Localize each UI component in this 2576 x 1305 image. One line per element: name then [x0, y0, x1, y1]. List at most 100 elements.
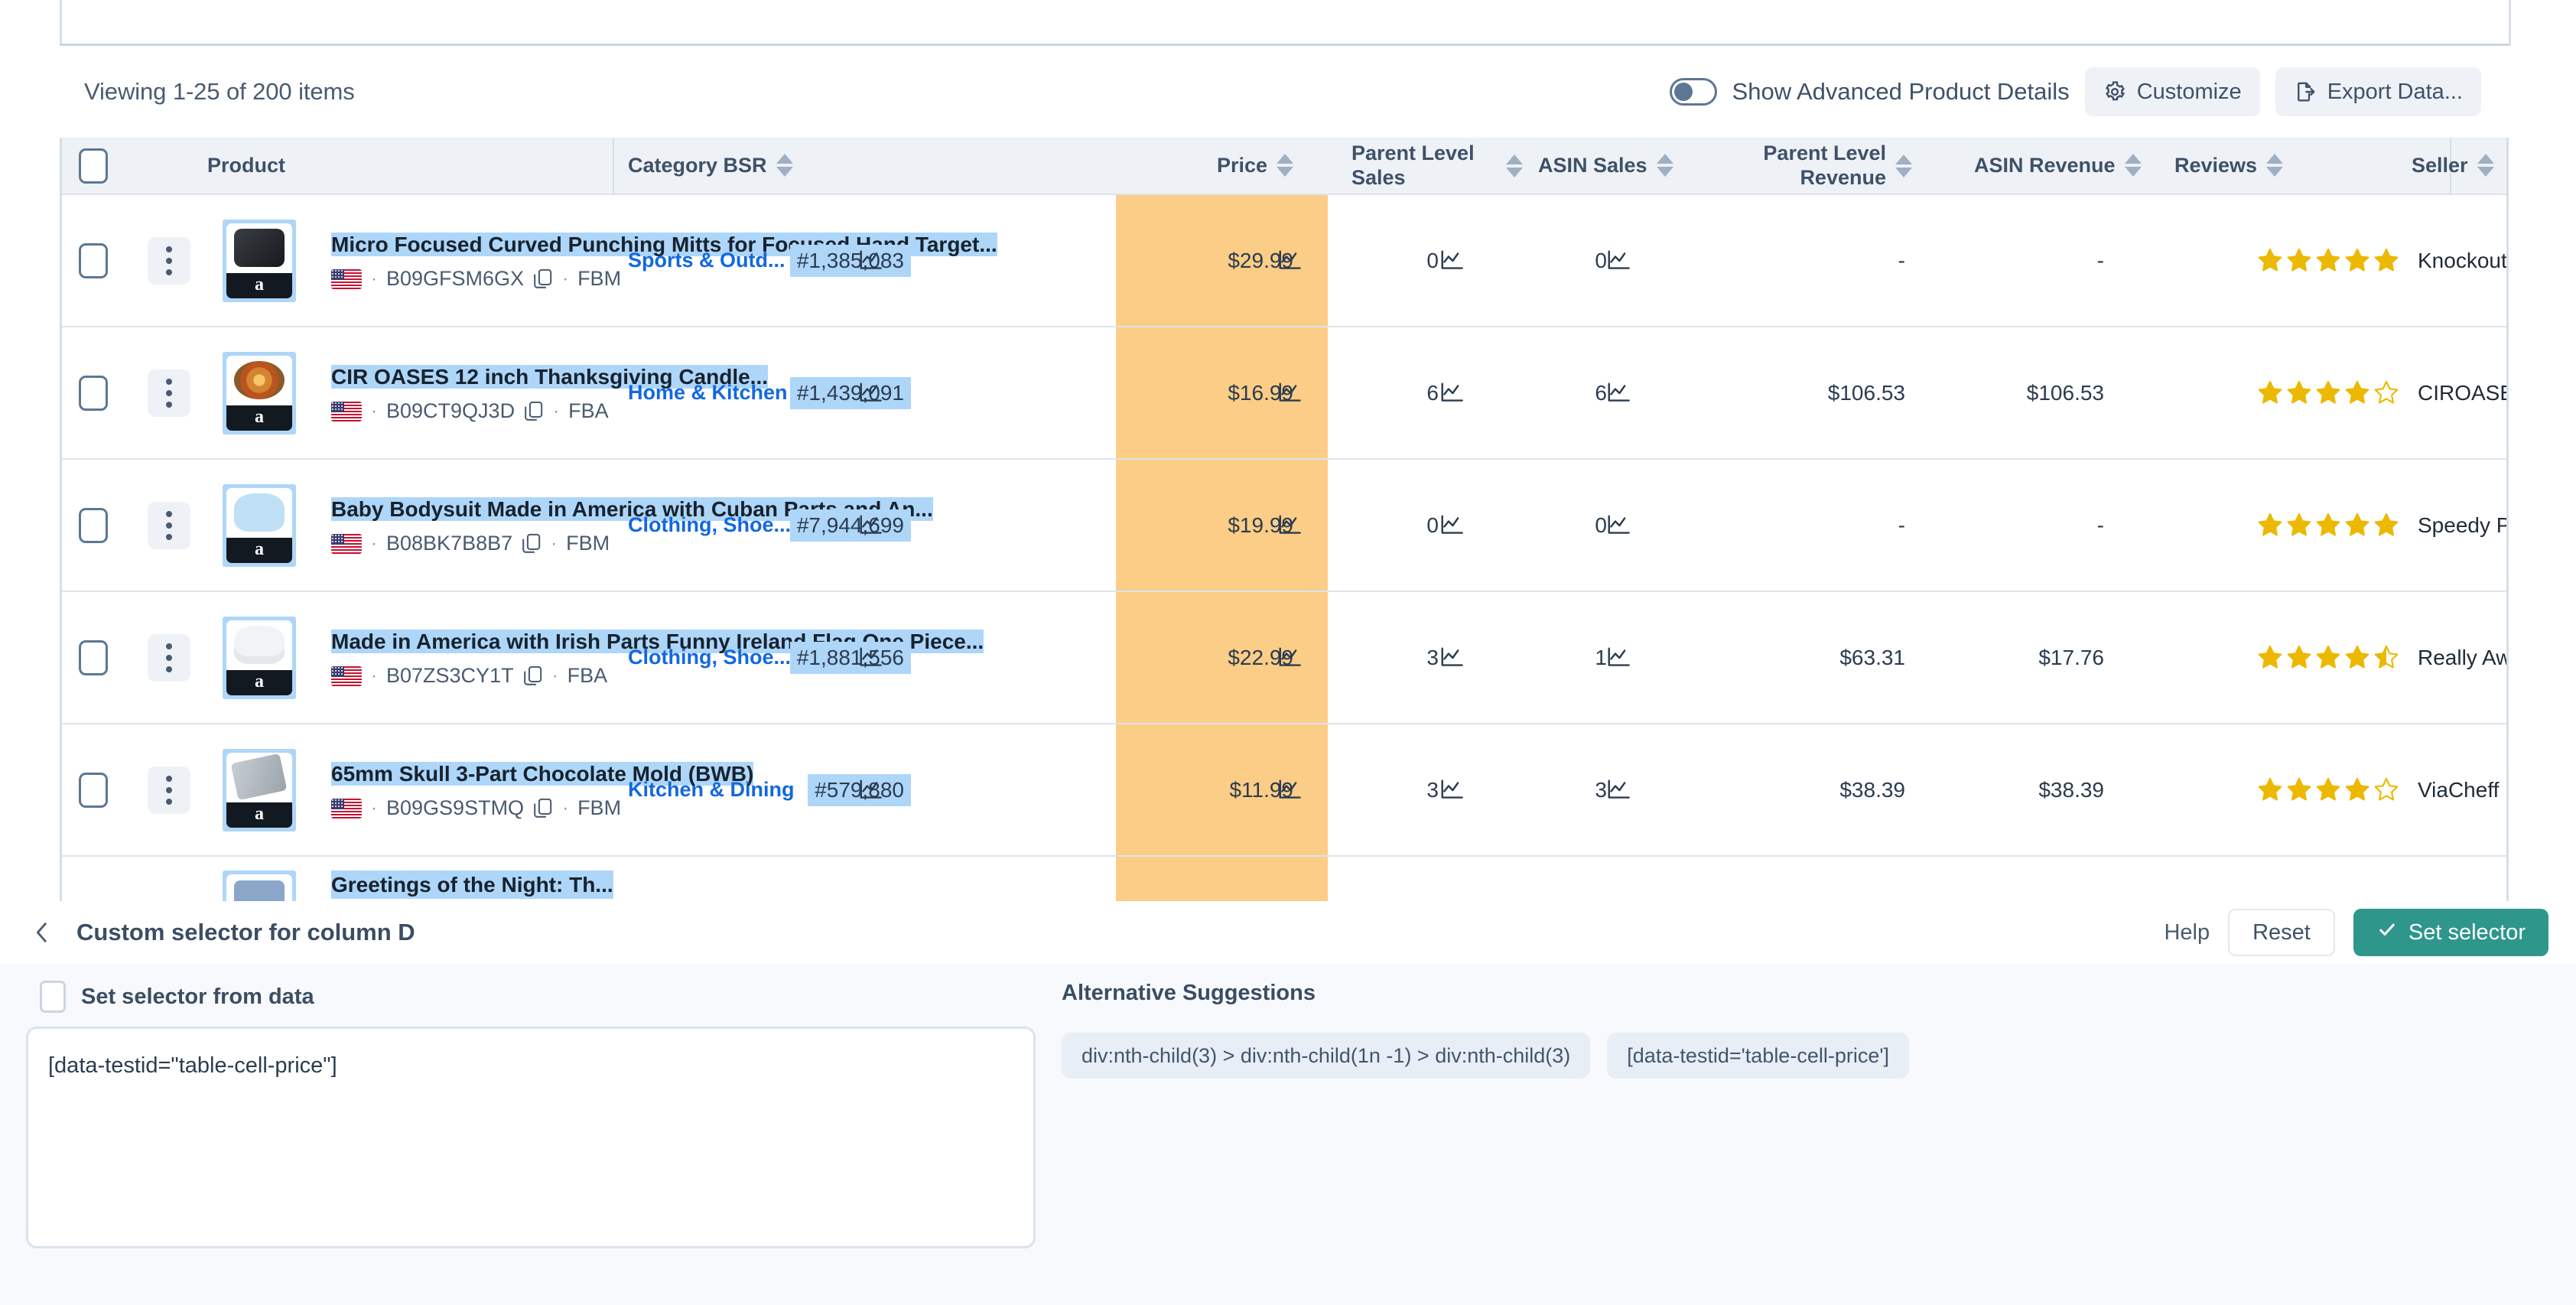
- product-thumbnail[interactable]: a: [223, 219, 296, 302]
- product-title[interactable]: Greetings of the Night: Th...: [331, 871, 613, 900]
- copy-icon[interactable]: [533, 268, 553, 290]
- col-product[interactable]: Product: [207, 138, 285, 194]
- product-thumbnail[interactable]: a: [223, 616, 296, 699]
- help-link[interactable]: Help: [2164, 920, 2210, 945]
- price-chart-cell: [1278, 724, 1301, 855]
- sort-icon[interactable]: [2124, 154, 2142, 177]
- col-category-bsr[interactable]: Category BSR: [628, 138, 793, 194]
- sort-icon[interactable]: [1895, 154, 1912, 177]
- reset-button[interactable]: Reset: [2228, 909, 2335, 956]
- sort-icon[interactable]: [1656, 154, 1673, 177]
- sort-icon[interactable]: [1277, 154, 1294, 177]
- sparkline-chart-icon[interactable]: [1278, 382, 1301, 404]
- row-menu-button[interactable]: [148, 633, 190, 682]
- row-checkbox[interactable]: [79, 772, 108, 808]
- alternative-suggestion-chip[interactable]: [data-testid='table-cell-price']: [1607, 1033, 1910, 1079]
- product-thumbnail[interactable]: a: [223, 871, 296, 901]
- sparkline-chart-icon[interactable]: [1440, 382, 1463, 404]
- sparkline-chart-icon[interactable]: [1607, 515, 1630, 536]
- row-menu-button[interactable]: [148, 236, 190, 285]
- product-thumbnail-cell: a: [223, 195, 296, 326]
- sparkline-chart-icon[interactable]: [1440, 515, 1463, 536]
- sparkline-chart-icon[interactable]: [1440, 647, 1463, 669]
- star-icon: [2316, 645, 2340, 669]
- sparkline-chart-icon[interactable]: [1278, 250, 1301, 272]
- star-icon: [2345, 513, 2369, 536]
- parent-level-revenue-value: $106.53: [1827, 380, 1905, 405]
- custom-selector-panel: Custom selector for column D Help Reset …: [0, 901, 2576, 1305]
- set-selector-button[interactable]: Set selector: [2353, 909, 2548, 956]
- product-thumbnail[interactable]: a: [223, 748, 296, 831]
- asin-sales-chart-cell: [1607, 195, 1630, 326]
- table-row[interactable]: a Made in America with Irish Parts Funny…: [62, 592, 2506, 724]
- row-checkbox[interactable]: [79, 507, 108, 543]
- sparkline-chart-icon[interactable]: [1607, 250, 1630, 272]
- asin-sales-value: 6: [1595, 380, 1607, 405]
- col-seller[interactable]: Seller: [2412, 138, 2494, 194]
- product-thumbnail[interactable]: a: [223, 483, 296, 567]
- products-table: Product Category BSR Price Parent Level …: [60, 138, 2509, 901]
- row-checkbox[interactable]: [79, 639, 108, 675]
- copy-icon[interactable]: [524, 401, 544, 422]
- set-selector-from-data-group[interactable]: Set selector from data: [40, 981, 314, 1013]
- col-asin-revenue[interactable]: ASIN Revenue: [1974, 138, 2142, 194]
- row-menu-button[interactable]: [148, 501, 190, 549]
- product-thumbnail[interactable]: a: [223, 351, 296, 434]
- row-menu-button[interactable]: [148, 369, 190, 417]
- col-asin-sales[interactable]: ASIN Sales: [1538, 138, 1673, 194]
- sparkline-chart-icon[interactable]: [859, 382, 882, 404]
- parent-level-revenue-cell: $38.39: [1722, 724, 1905, 855]
- sparkline-chart-icon[interactable]: [1278, 779, 1301, 801]
- sort-icon[interactable]: [2266, 154, 2284, 177]
- select-all-checkbox[interactable]: [79, 148, 108, 184]
- alternative-suggestion-chip[interactable]: div:nth-child(3) > div:nth-child(1n -1) …: [1062, 1033, 1591, 1079]
- col-parent-level-sales[interactable]: Parent Level Sales: [1351, 138, 1523, 194]
- star-icon: [2258, 777, 2282, 801]
- sparkline-chart-icon[interactable]: [1278, 515, 1301, 536]
- asin-sales-value: 1: [1595, 645, 1607, 669]
- row-menu-button[interactable]: [148, 766, 190, 814]
- table-row[interactable]: a Micro Focused Curved Punching Mitts fo…: [62, 195, 2506, 327]
- col-reviews[interactable]: Reviews: [2174, 138, 2284, 194]
- table-row[interactable]: a 65mm Skull 3-Part Chocolate Mold (BWB)…: [62, 724, 2506, 857]
- sort-icon[interactable]: [2477, 154, 2494, 177]
- sparkline-chart-icon[interactable]: [1607, 382, 1630, 404]
- sparkline-chart-icon[interactable]: [1278, 647, 1301, 669]
- copy-icon[interactable]: [523, 666, 543, 687]
- table-row-partial[interactable]: a Greetings of the Night: Th...: [62, 857, 2506, 901]
- sparkline-chart-icon[interactable]: [859, 779, 882, 801]
- sparkline-chart-icon[interactable]: [859, 250, 882, 272]
- col-parent-level-revenue[interactable]: Parent Level Revenue: [1741, 138, 1912, 194]
- parent-level-revenue-cell: -: [1722, 460, 1905, 591]
- sparkline-chart-icon[interactable]: [859, 647, 882, 669]
- divider: [60, 0, 62, 46]
- advanced-details-toggle-group[interactable]: Show Advanced Product Details: [1669, 78, 2070, 106]
- separator-dot: ·: [371, 797, 377, 818]
- sparkline-chart-icon[interactable]: [1607, 647, 1630, 669]
- asin-revenue-value: $106.53: [2026, 380, 2104, 405]
- fulfillment-badge: FBA: [567, 664, 608, 688]
- advanced-details-toggle[interactable]: [1669, 78, 1717, 106]
- copy-icon[interactable]: [533, 798, 553, 819]
- copy-icon[interactable]: [522, 533, 542, 555]
- set-selector-from-data-checkbox[interactable]: [40, 981, 66, 1013]
- export-data-button[interactable]: Export Data...: [2275, 67, 2481, 116]
- row-select-cell: [79, 327, 108, 458]
- row-checkbox[interactable]: [79, 375, 108, 411]
- sparkline-chart-icon[interactable]: [1607, 779, 1630, 801]
- sparkline-chart-icon[interactable]: [1440, 250, 1463, 272]
- sparkline-chart-icon[interactable]: [1440, 779, 1463, 801]
- table-row[interactable]: a CIR OASES 12 inch Thanksgiving Candle.…: [62, 327, 2506, 460]
- seller-cell: ViaCheff USA: [2418, 724, 2506, 855]
- table-row[interactable]: a Baby Bodysuit Made in America with Cub…: [62, 460, 2506, 592]
- col-price[interactable]: Price: [1217, 138, 1294, 194]
- column-header-label: Parent Level Sales: [1351, 142, 1475, 189]
- sparkline-chart-icon[interactable]: [859, 515, 882, 536]
- customize-button[interactable]: Customize: [2084, 67, 2260, 116]
- sort-icon[interactable]: [1506, 154, 1523, 177]
- selector-input[interactable]: [26, 1027, 1036, 1248]
- chevron-left-icon[interactable]: [21, 913, 63, 952]
- row-select-cell: [79, 195, 108, 326]
- sort-icon[interactable]: [776, 154, 793, 177]
- row-checkbox[interactable]: [79, 242, 108, 278]
